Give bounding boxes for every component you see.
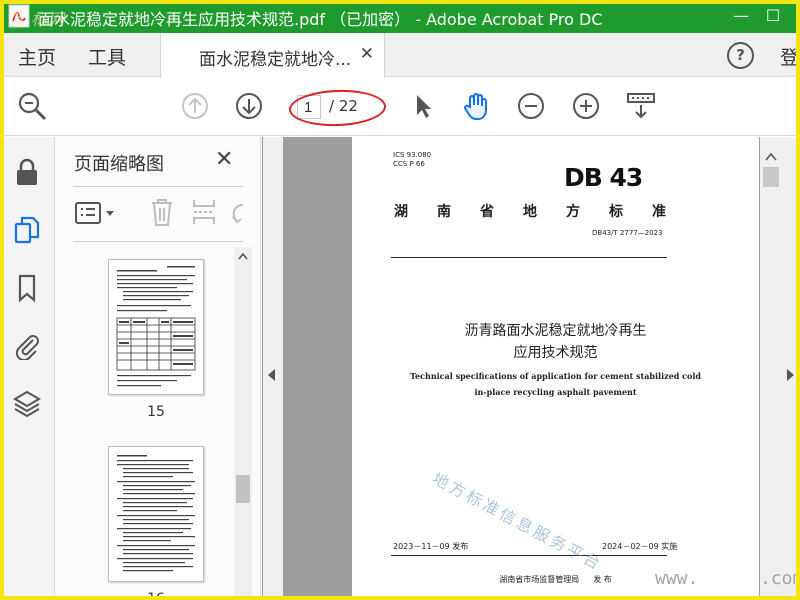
- footer-rule: [391, 555, 667, 556]
- thumbnails-panel: 页面缩略图 ✕ 15 16: [55, 137, 261, 600]
- title-en-line2: in-place recycling asphalt pavement: [474, 387, 637, 397]
- collapse-right-panel-button[interactable]: [781, 137, 800, 600]
- attachment-icon[interactable]: [12, 330, 42, 360]
- page-thumbnails-icon[interactable]: [12, 215, 42, 245]
- help-icon[interactable]: ?: [727, 42, 754, 69]
- scroll-up-icon[interactable]: [765, 152, 777, 161]
- collapse-left-panel-button[interactable]: [263, 137, 283, 600]
- standard-type-char: 方: [566, 204, 580, 220]
- zoom-search-icon[interactable]: [17, 91, 47, 121]
- standard-type-char: 标: [609, 204, 623, 220]
- tab-home[interactable]: 主页: [18, 43, 56, 70]
- thumbnails-scrollbar[interactable]: [234, 247, 252, 600]
- issuer-line: 湖南省市场监督管理局 发 布: [352, 574, 759, 585]
- page-navigator: / 22: [293, 93, 383, 121]
- thumbnail-label-16: 16: [147, 591, 165, 600]
- ics-codes: ICS 93.080 CCS P 66: [393, 151, 431, 169]
- delete-page-icon[interactable]: [149, 197, 175, 227]
- window-title: 面水泥稳定就地冷再生应用技术规范.pdf （已加密） - Adobe Acrob…: [38, 10, 603, 29]
- header-rule: [391, 257, 667, 258]
- next-page-icon[interactable]: [234, 91, 264, 121]
- issuer-name: 湖南省市场监督管理局: [499, 575, 580, 584]
- toolbar: / 22: [0, 78, 800, 136]
- thumbnails-panel-title: 页面缩略图: [74, 154, 164, 175]
- pdf-page: ICS 93.080 CCS P 66 DB 43 湖 南 省 地 方 标 准 …: [352, 137, 759, 600]
- zoom-in-icon[interactable]: [571, 91, 601, 121]
- close-tab-icon[interactable]: ✕: [360, 44, 374, 64]
- db-code: DB 43: [564, 163, 643, 192]
- document-tab-label: 面水泥稳定就地冷...: [199, 50, 352, 70]
- title-cn-line2: 应用技术规范: [513, 345, 598, 361]
- read-mode-icon[interactable]: [626, 91, 656, 121]
- layers-icon[interactable]: [12, 389, 42, 419]
- previous-page-icon[interactable]: [180, 91, 210, 121]
- panel-divider: [73, 186, 243, 187]
- bookmark-icon[interactable]: [12, 273, 42, 303]
- standard-type-char: 省: [480, 204, 494, 220]
- standard-number: DB43/T 2777—2023: [592, 229, 663, 237]
- left-arrow-icon: [268, 369, 275, 381]
- thumbnails-scroll-thumb[interactable]: [236, 475, 250, 503]
- total-pages: / 22: [329, 97, 358, 115]
- thumbnail-content: [116, 266, 196, 387]
- select-cursor-icon[interactable]: [409, 91, 439, 121]
- tab-tools[interactable]: 工具: [88, 43, 126, 70]
- issue-word: 发 布: [593, 575, 612, 584]
- effective-date: 2024－02－09 实施: [602, 542, 678, 551]
- rotate-page-icon[interactable]: [229, 199, 245, 225]
- current-page-input[interactable]: [297, 95, 321, 119]
- panel-divider: [73, 241, 243, 242]
- zoom-out-icon[interactable]: [516, 91, 546, 121]
- standard-type-char: 地: [523, 204, 537, 220]
- close-panel-icon[interactable]: ✕: [215, 147, 233, 172]
- scroll-up-icon[interactable]: [238, 252, 248, 260]
- ccs-code: CCS P 66: [393, 160, 425, 168]
- thumbnail-content: [117, 455, 195, 572]
- thumbnail-label-15: 15: [147, 404, 165, 420]
- ics-code: ICS 93.080: [393, 151, 432, 159]
- maximize-button[interactable]: ☐: [760, 3, 786, 29]
- standard-type-char: 南: [437, 204, 451, 220]
- standard-type-char: 湖: [394, 204, 408, 220]
- right-arrow-icon: [787, 369, 794, 381]
- standard-type-char: 准: [652, 204, 666, 220]
- acrobat-app-icon[interactable]: [8, 4, 30, 28]
- page-thumbnail-16[interactable]: [108, 446, 204, 582]
- thumbnail-options-icon[interactable]: [75, 200, 117, 226]
- left-tool-rail: [0, 137, 55, 600]
- lock-icon[interactable]: [12, 157, 42, 187]
- document-scroll-thumb[interactable]: [763, 167, 779, 187]
- title-bar: 面水泥稳定就地冷再生应用技术规范.pdf （已加密） - Adobe Acrob…: [0, 0, 800, 33]
- issue-date: 2023－11－09 发布: [393, 542, 469, 551]
- title-cn-line1: 沥青路面水泥稳定就地冷再生: [464, 323, 647, 339]
- tab-bar: 主页 工具 面水泥稳定就地冷... ✕ ? 登: [0, 33, 800, 78]
- title-en-line1: Technical specifications of application …: [410, 371, 701, 381]
- document-scrollbar[interactable]: [760, 137, 782, 600]
- tab-document[interactable]: 面水泥稳定就地冷... ✕: [160, 33, 385, 78]
- minimize-button[interactable]: —: [728, 3, 754, 29]
- hand-tool-icon[interactable]: [461, 91, 491, 121]
- sign-in-link[interactable]: 登: [780, 43, 799, 70]
- page-thumbnail-15[interactable]: [108, 259, 204, 395]
- insert-page-icon[interactable]: [191, 197, 217, 227]
